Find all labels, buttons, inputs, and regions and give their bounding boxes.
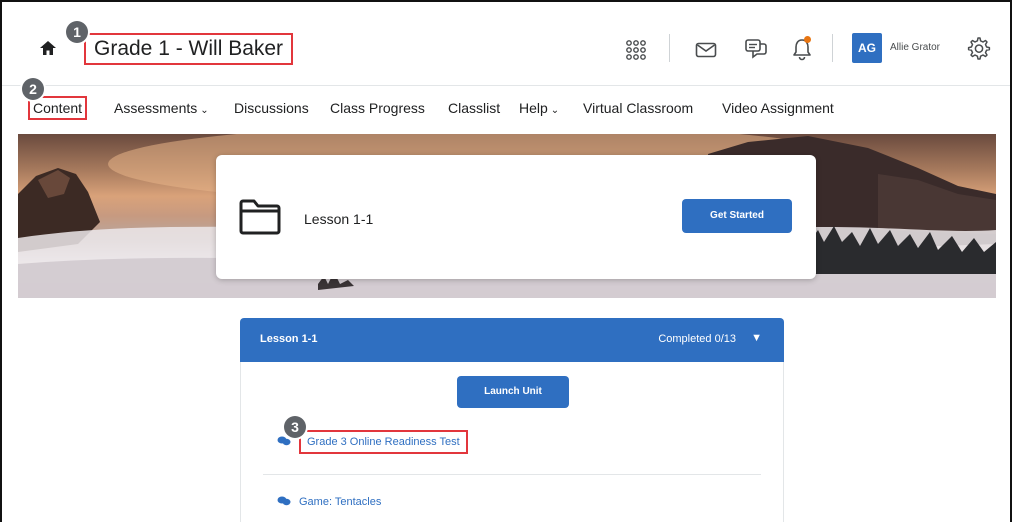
header-divider <box>669 34 670 62</box>
notification-badge <box>804 36 811 43</box>
avatar[interactable]: AG <box>852 33 882 63</box>
nav-content[interactable]: Content <box>28 96 88 120</box>
nav-classlist[interactable]: Classlist <box>448 98 500 118</box>
nav-virtual-classroom[interactable]: Virtual Classroom <box>583 98 693 118</box>
callout-badge-3: 3 <box>284 416 306 438</box>
unit-body: Launch Unit Grade 3 Online Readiness Tes… <box>240 362 784 522</box>
unit-title: Lesson 1-1 <box>260 333 318 345</box>
activity-divider <box>263 474 761 475</box>
caret-down-icon[interactable]: ▼ <box>751 332 762 344</box>
banner-title: Lesson 1-1 <box>304 211 374 227</box>
user-name[interactable]: Allie Grator <box>890 42 940 53</box>
callout-badge-1: 1 <box>66 21 88 43</box>
activity-link[interactable]: Game: Tentacles <box>299 496 381 508</box>
activity-link[interactable]: Grade 3 Online Readiness Test <box>299 430 468 454</box>
activity-item[interactable]: Grade 3 Online Readiness Test <box>277 430 468 454</box>
nav-video-assignment[interactable]: Video Assignment <box>722 98 834 118</box>
nav-assessments-label: Assessments <box>114 100 198 116</box>
nav-class-progress[interactable]: Class Progress <box>330 98 425 118</box>
unit-progress: Completed 0/13 <box>658 333 736 345</box>
get-started-button[interactable]: Get Started <box>682 199 792 233</box>
bell-icon[interactable] <box>788 35 816 63</box>
nav-help[interactable]: Help ⌄ <box>519 98 559 121</box>
chevron-down-icon: ⌄ <box>200 105 209 116</box>
mail-icon[interactable] <box>692 36 720 64</box>
waffle-grid-icon[interactable] <box>622 36 650 64</box>
folder-icon <box>238 197 282 237</box>
unit-header[interactable]: Lesson 1-1 Completed 0/13 ▼ <box>240 318 784 362</box>
discussion-icon <box>277 496 291 506</box>
nav-assessments[interactable]: Assessments ⌄ <box>114 98 209 121</box>
app-frame: Grade 1 - Will Baker AG Allie Grator 1 C… <box>0 0 1012 522</box>
course-title[interactable]: Grade 1 - Will Baker <box>84 33 294 65</box>
activity-item[interactable]: Game: Tentacles <box>277 496 381 508</box>
home-icon[interactable] <box>38 38 58 58</box>
banner-card: Lesson 1-1 Get Started <box>216 155 816 279</box>
callout-badge-2: 2 <box>22 78 44 100</box>
course-navbar: Content Assessments ⌄ Discussions Class P… <box>2 92 1010 126</box>
discussion-icon <box>277 436 291 446</box>
minibar-header: Grade 1 - Will Baker AG Allie Grator <box>2 2 1010 86</box>
nav-discussions[interactable]: Discussions <box>234 98 309 118</box>
chevron-down-icon: ⌄ <box>550 105 560 116</box>
header-divider <box>832 34 833 62</box>
gear-icon[interactable] <box>964 34 992 62</box>
chat-icon[interactable] <box>742 35 770 63</box>
launch-unit-button[interactable]: Launch Unit <box>457 376 569 408</box>
nav-help-label: Help <box>519 100 548 116</box>
